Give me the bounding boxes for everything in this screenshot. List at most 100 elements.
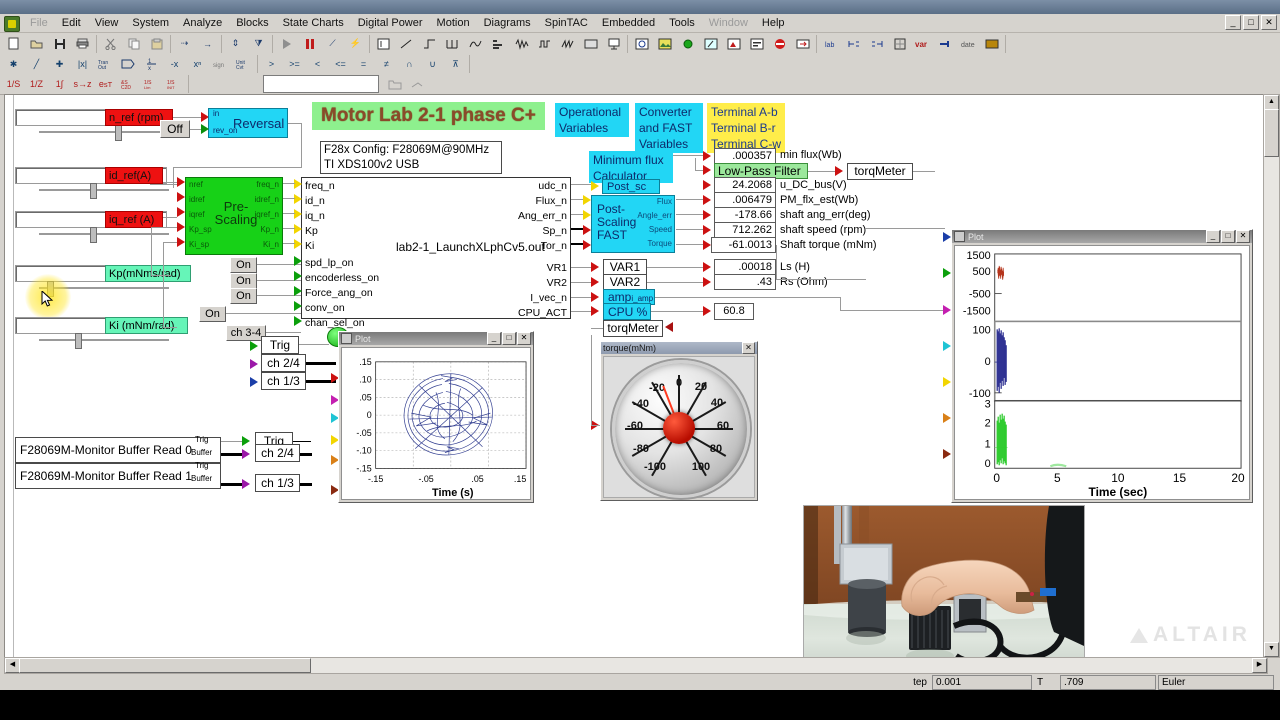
time-plot-window[interactable]: Plot _ □ ✕ 1500 500 -500 - [951,229,1253,503]
xor-icon[interactable]: ⊼ [445,55,466,74]
negate-icon[interactable]: -x [164,55,185,74]
torqmeter-display-block[interactable]: torqMeter [847,163,913,180]
copy-icon[interactable] [123,34,144,53]
canvas-horizontal-scrollbar[interactable]: ◀ ▶ [4,657,1268,674]
scroll-down-arrow-icon[interactable]: ▼ [1264,642,1279,657]
updown-arrow-icon[interactable]: ⇕ [225,34,246,53]
sine-icon[interactable] [465,34,486,53]
pause-icon[interactable] [299,34,320,53]
lightning-icon[interactable]: ⚡ [345,34,366,53]
menu-item-file[interactable]: File [23,15,55,31]
xy-plot-minimize-icon[interactable]: _ [487,332,501,345]
xy-plot-window[interactable]: Plot _ □ ✕ [338,331,534,503]
c2d-icon[interactable]: &SC2D [118,75,139,94]
post-sc-block[interactable]: Post_sc [602,179,660,194]
one-over-z-icon[interactable]: 1/Z [26,75,47,94]
pre-scaling-block[interactable]: nref idref iqref Kp_sp Ki_sp freq_n idre… [185,177,283,255]
diagram-canvas[interactable]: 700 n_ref (rpm) -0.3 id_ref(A) -0.3 iq_r… [4,94,1268,658]
cpu-percent-block[interactable]: CPU % [603,303,651,320]
menu-item-view[interactable]: View [88,15,126,31]
menu-item-help[interactable]: Help [755,15,792,31]
menu-item-edit[interactable]: Edit [55,15,88,31]
grid-icon[interactable] [889,34,910,53]
exp-icon[interactable]: esT [95,75,116,94]
step-signal-icon[interactable] [419,34,440,53]
green-dot-icon[interactable] [677,34,698,53]
vertical-scroll-thumb[interactable] [1264,109,1279,157]
divide-slash-icon[interactable]: ╱ [26,55,47,74]
menu-item-motion[interactable]: Motion [430,15,477,31]
step-icon[interactable]: ⟋ [322,34,343,53]
folder-search-icon[interactable] [384,75,405,94]
close-icon[interactable]: ✕ [1261,15,1277,30]
arrow-right-icon[interactable]: ⇢ [174,34,195,53]
arrow-right-alt-icon[interactable]: → [197,34,218,53]
line-icon[interactable] [396,34,417,53]
sign-icon[interactable]: sign [210,55,231,74]
ch13-button[interactable]: ch 1/3 [261,372,306,390]
reversal-block[interactable]: in rev_on Reversal [208,108,288,138]
s-to-z-icon[interactable]: s→z [72,75,93,94]
post-scaling-fast-block[interactable]: Post-ScalingFAST Flux Angle_err Speed To… [591,195,675,253]
connect2-icon[interactable] [866,34,887,53]
menu-item-blocks[interactable]: Blocks [229,15,275,31]
torqmeter-block[interactable]: torqMeter [603,320,663,337]
save-icon[interactable] [49,34,70,53]
monitor1-ch13-button[interactable]: ch 1/3 [255,474,300,492]
one-over-s-icon[interactable]: 1/S [3,75,24,94]
abs-icon[interactable]: |x| [72,55,93,74]
less-icon[interactable]: < [307,55,328,74]
chart-icon[interactable] [723,34,744,53]
toggle-chan-sel[interactable]: ch 3-4 [226,325,266,341]
trig-button[interactable]: Trig [261,336,299,354]
not-equal-icon[interactable]: ≠ [376,55,397,74]
transfer-fn-icon[interactable]: TranOut [95,55,116,74]
box-icon[interactable] [373,34,394,53]
var-icon[interactable]: var [912,34,933,53]
minimize-icon[interactable]: _ [1225,15,1241,30]
one-over-s-lim-icon[interactable]: 1/SLim [141,75,162,94]
greater-equal-icon[interactable]: >= [284,55,305,74]
display-icon[interactable] [603,34,624,53]
sawtooth-icon[interactable] [557,34,578,53]
power-icon[interactable]: xⁿ [187,55,208,74]
monitor-icon[interactable] [580,34,601,53]
stop-icon[interactable] [769,34,790,53]
time-plot-maximize-icon[interactable]: □ [1221,230,1235,243]
pulse-icon[interactable] [442,34,463,53]
new-file-icon[interactable] [3,34,24,53]
menu-item-embedded[interactable]: Embedded [595,15,662,31]
scroll-right-arrow-icon[interactable]: ▶ [1252,658,1267,673]
tool-icon[interactable] [407,75,428,94]
integrator-icon[interactable]: 1∫ [49,75,70,94]
multiply-icon[interactable]: ✱ [3,55,24,74]
scroll-up-arrow-icon[interactable]: ▲ [1264,95,1279,110]
menu-item-digital-power[interactable]: Digital Power [351,15,430,31]
menu-item-tools[interactable]: Tools [662,15,702,31]
plus-icon[interactable]: ✚ [49,55,70,74]
paste-icon[interactable] [146,34,167,53]
one-over-s-init-icon[interactable]: 1/SINIT [164,75,185,94]
menu-item-spintac[interactable]: SpinTAC [538,15,595,31]
scroll-left-arrow-icon[interactable]: ◀ [5,658,20,673]
open-folder-icon[interactable] [26,34,47,53]
label-icon[interactable]: lab [820,34,841,53]
connect-icon[interactable] [843,34,864,53]
menu-item-state-charts[interactable]: State Charts [276,15,351,31]
toggle-encoderless-on[interactable]: On [230,273,257,289]
bars-icon[interactable] [488,34,509,53]
time-plot-close-icon[interactable]: ✕ [1236,230,1250,243]
toggle-force-ang-on[interactable]: On [230,288,257,304]
toggle-spd-lp-on[interactable]: On [230,257,257,273]
horizontal-scroll-thumb[interactable] [19,658,311,673]
reversal-toggle-button[interactable]: Off [160,120,190,138]
clock-icon[interactable] [631,34,652,53]
greater-icon[interactable]: > [261,55,282,74]
bargraph-icon[interactable] [746,34,767,53]
time-plot-minimize-icon[interactable]: _ [1206,230,1220,243]
gauge-icon[interactable] [700,34,721,53]
unit-icon[interactable]: UnitCvt [233,55,254,74]
canvas-vertical-scrollbar[interactable]: ▲ ▼ [1263,94,1280,658]
monitor0-ch24-button[interactable]: ch 2/4 [255,444,300,462]
xy-plot-maximize-icon[interactable]: □ [502,332,516,345]
